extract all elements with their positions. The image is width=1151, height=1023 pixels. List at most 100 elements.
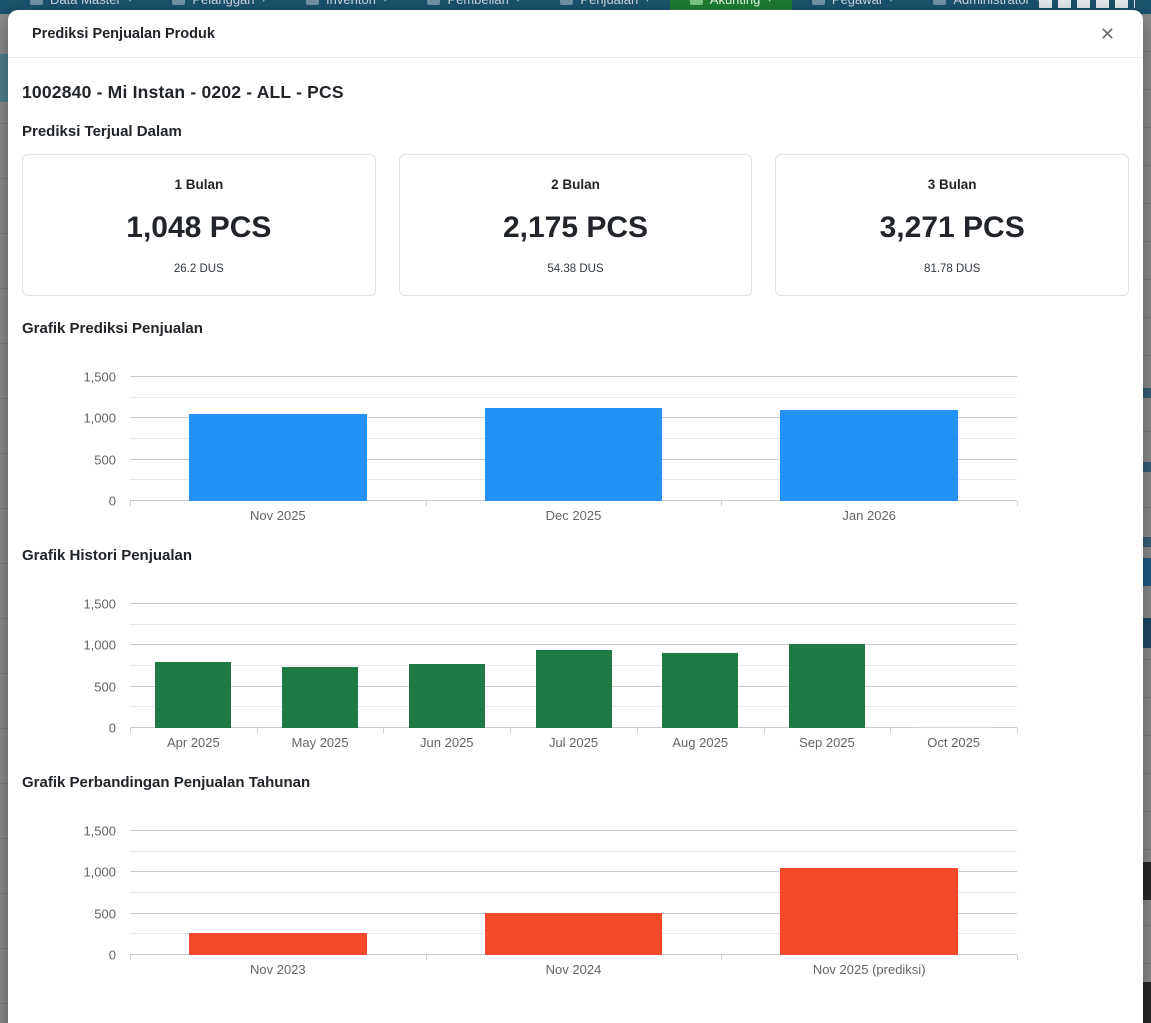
bar-dec-2025 <box>485 408 662 501</box>
x-axis-tick <box>426 955 427 960</box>
plot-area: Nov 2025Dec 2025Jan 2026 <box>130 377 1017 523</box>
x-axis-tick <box>637 728 638 733</box>
chevron-down-icon: ▾ <box>383 0 388 5</box>
nav-item-label: Pegawai <box>832 0 882 7</box>
bar-jul-2025 <box>536 650 612 728</box>
bar-apr-2025 <box>155 662 231 728</box>
modal-header: Prediksi Penjualan Produk ✕ <box>8 10 1143 58</box>
bar-nov-2024 <box>485 913 662 955</box>
x-axis-label: Nov 2025 (prediksi) <box>721 962 1017 977</box>
x-axis-label: Nov 2023 <box>130 962 426 977</box>
bar-nov-2025-prediksi- <box>780 868 957 955</box>
x-axis-label: Dec 2025 <box>426 508 722 523</box>
nav-item-label: Inventori <box>326 0 376 7</box>
bar-slot <box>637 604 764 728</box>
prediction-section-title: Prediksi Terjual Dalam <box>22 123 1129 140</box>
x-axis-tick <box>721 501 722 506</box>
x-axis-tick <box>257 728 258 733</box>
nav-item-label: Pelanggan <box>192 0 254 7</box>
y-axis-tick-label: 1,000 <box>83 411 116 426</box>
prediction-card-1-month: 1 Bulan 1,048 PCS 26.2 DUS <box>22 154 376 296</box>
sales-prediction-modal: Prediksi Penjualan Produk ✕ 1002840 - Mi… <box>8 10 1143 1023</box>
prediction-cards: 1 Bulan 1,048 PCS 26.2 DUS 2 Bulan 2,175… <box>22 154 1129 296</box>
card-value: 1,048 PCS <box>126 211 271 245</box>
card-period: 3 Bulan <box>928 177 977 192</box>
chevron-down-icon: ▾ <box>516 0 521 5</box>
y-axis-tick-label: 1,000 <box>83 865 116 880</box>
y-axis-tick-label: 1,500 <box>83 824 116 839</box>
module-icon <box>30 0 43 5</box>
y-axis-tick-label: 500 <box>94 452 116 467</box>
nav-item-label: Penjualan <box>580 0 638 7</box>
bar-slot <box>510 604 637 728</box>
app-logo <box>1039 0 1135 8</box>
x-axis-tick <box>426 501 427 506</box>
history-chart: 05001,0001,500 Apr 2025May 2025Jun 2025J… <box>22 604 1017 750</box>
card-subvalue: 81.78 DUS <box>924 263 980 275</box>
bar-oct-2025 <box>916 727 992 728</box>
prediction-chart-title: Grafik Prediksi Penjualan <box>22 320 1129 337</box>
history-chart-title: Grafik Histori Penjualan <box>22 547 1129 564</box>
x-axis-tick <box>1017 501 1018 506</box>
bar-slot <box>426 831 722 955</box>
nav-item-label: Akunting <box>710 0 761 7</box>
yearly-comparison-chart-title: Grafik Perbandingan Penjualan Tahunan <box>22 774 1129 791</box>
bar-sep-2025 <box>789 644 865 728</box>
module-icon <box>172 0 185 5</box>
module-icon <box>933 0 946 5</box>
bar-jun-2025 <box>409 664 485 728</box>
card-period: 1 Bulan <box>174 177 223 192</box>
background-fragment <box>1142 462 1151 472</box>
chevron-down-icon: ▾ <box>767 0 772 5</box>
bar-slot <box>426 377 722 501</box>
background-fragment <box>1142 618 1151 648</box>
x-axis-label: May 2025 <box>257 735 384 750</box>
prediction-card-2-month: 2 Bulan 2,175 PCS 54.38 DUS <box>399 154 753 296</box>
yearly-comparison-chart: 05001,0001,500 Nov 2023Nov 2024Nov 2025 … <box>22 831 1017 977</box>
x-axis-tick <box>383 728 384 733</box>
bar-slot <box>130 377 426 501</box>
module-icon <box>812 0 825 5</box>
x-axis-label: Aug 2025 <box>637 735 764 750</box>
module-icon <box>427 0 440 5</box>
x-axis-tick <box>510 728 511 733</box>
chevron-down-icon: ▾ <box>262 0 267 5</box>
bar-nov-2025 <box>189 414 366 501</box>
y-axis-tick-label: 0 <box>109 494 116 509</box>
x-axis-tick <box>1017 955 1018 960</box>
bar-slot <box>130 831 426 955</box>
x-axis-tick <box>890 728 891 733</box>
bar-aug-2025 <box>662 653 738 728</box>
bar-slot <box>130 604 257 728</box>
x-axis-tick <box>130 501 131 506</box>
x-axis-tick <box>721 955 722 960</box>
bar-slot <box>383 604 510 728</box>
background-fragment <box>1142 982 1151 1023</box>
modal-title: Prediksi Penjualan Produk <box>32 26 215 42</box>
background-fragment <box>1142 558 1151 586</box>
y-axis-tick-label: 1,000 <box>83 638 116 653</box>
background-fragment <box>0 54 8 102</box>
background-fragment <box>1142 388 1151 398</box>
nav-item-label: Administrator <box>953 0 1030 7</box>
background-fragment <box>1142 537 1151 547</box>
x-axis-tick <box>1017 728 1018 733</box>
y-axis: 05001,0001,500 <box>22 831 130 955</box>
x-axis-label: Nov 2025 <box>130 508 426 523</box>
card-value: 2,175 PCS <box>503 211 648 245</box>
plot-area: Nov 2023Nov 2024Nov 2025 (prediksi) <box>130 831 1017 977</box>
bar-slot <box>890 604 1017 728</box>
prediction-card-3-month: 3 Bulan 3,271 PCS 81.78 DUS <box>775 154 1129 296</box>
close-icon[interactable]: ✕ <box>1096 23 1119 45</box>
chevron-down-icon: ▾ <box>128 0 133 5</box>
y-axis: 05001,0001,500 <box>22 377 130 501</box>
product-title: 1002840 - Mi Instan - 0202 - ALL - PCS <box>22 82 1129 103</box>
x-axis-label: Nov 2024 <box>426 962 722 977</box>
x-axis-label: Jan 2026 <box>721 508 1017 523</box>
card-value: 3,271 PCS <box>880 211 1025 245</box>
module-icon <box>306 0 319 5</box>
modal-body: 1002840 - Mi Instan - 0202 - ALL - PCS P… <box>8 58 1143 977</box>
background-left-strip <box>0 14 8 1023</box>
x-axis-tick <box>764 728 765 733</box>
y-axis: 05001,0001,500 <box>22 604 130 728</box>
